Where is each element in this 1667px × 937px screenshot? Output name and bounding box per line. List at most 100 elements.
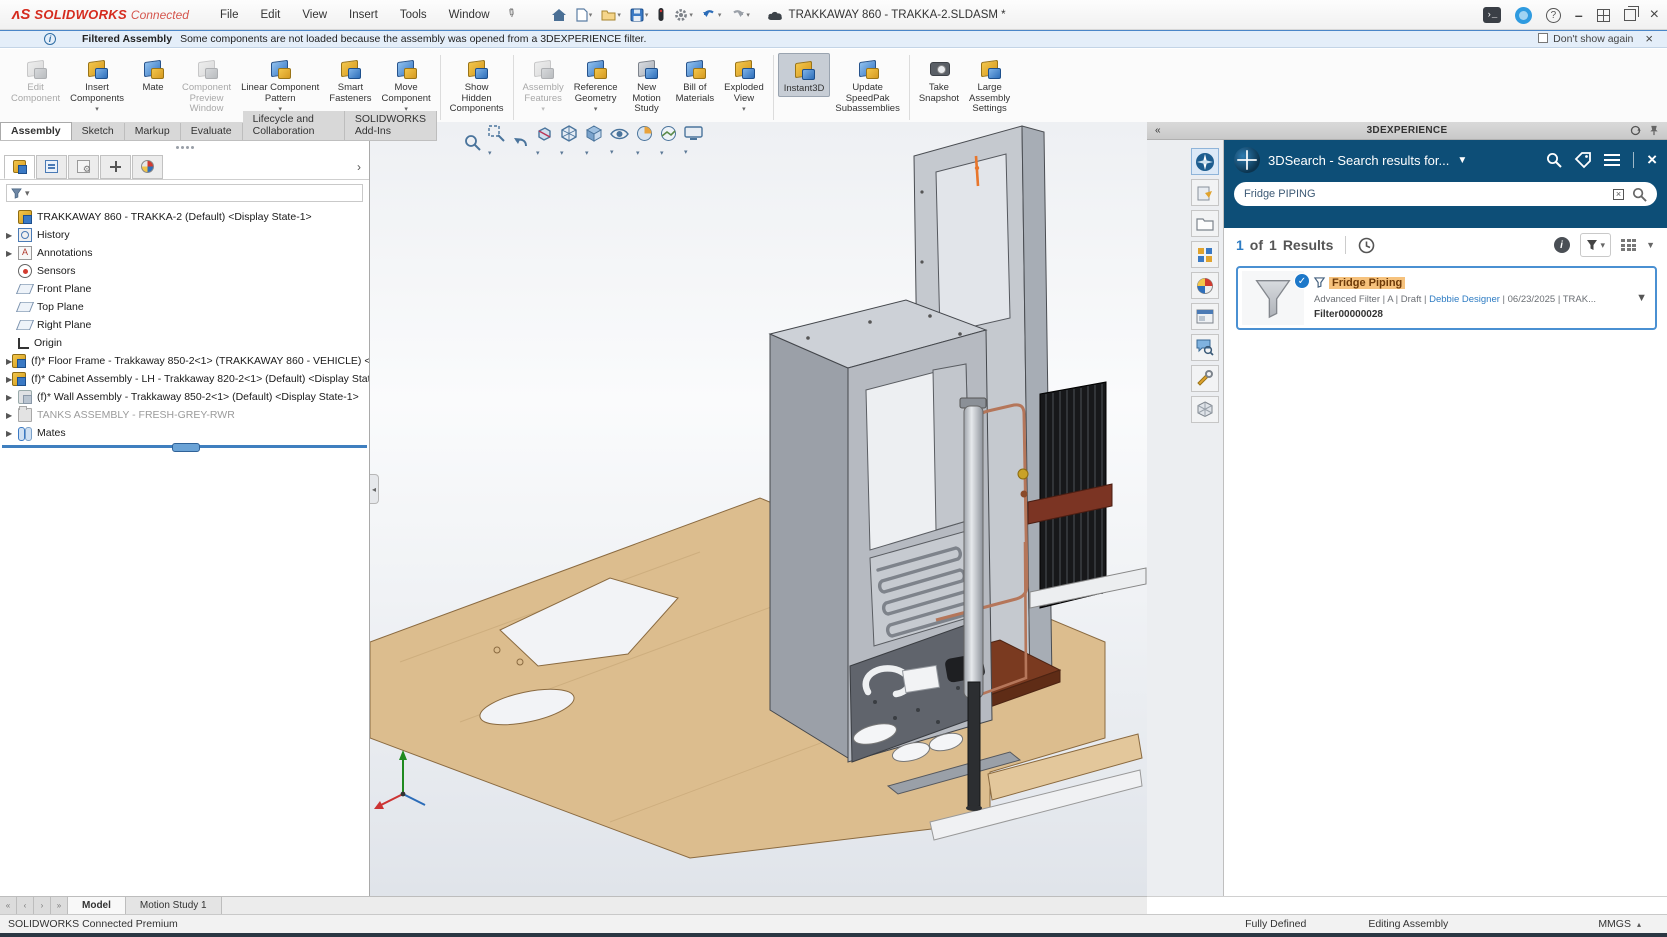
options-gear-button[interactable]: ▾ bbox=[671, 6, 696, 24]
tree-item-wall-assembly[interactable]: ▶(f)* Wall Assembly - Trakkaway 850-2<1>… bbox=[0, 388, 369, 406]
tree-item-floor-frame[interactable]: ▶(f)* Floor Frame - Trakkaway 850-2<1> (… bbox=[0, 352, 369, 370]
first-tab-button[interactable]: « bbox=[0, 897, 17, 914]
apply-scene-icon[interactable]: ▾ bbox=[660, 125, 677, 160]
zoom-area-icon[interactable]: ▾ bbox=[488, 125, 505, 160]
tab-sketch[interactable]: Sketch bbox=[72, 123, 125, 140]
menu-tools[interactable]: Tools bbox=[391, 6, 436, 24]
collapse-viewport-handle[interactable]: ◂ bbox=[370, 474, 379, 504]
tree-item-right-plane[interactable]: Right Plane bbox=[0, 316, 369, 334]
result-title[interactable]: Fridge Piping bbox=[1329, 277, 1405, 289]
dont-show-again-checkbox[interactable]: Don't show again bbox=[1538, 33, 1633, 45]
view-settings-icon[interactable]: ▾ bbox=[684, 126, 703, 159]
prev-tab-button[interactable]: ‹ bbox=[17, 897, 34, 914]
pin-icon[interactable]: ✎ bbox=[500, 5, 519, 25]
new-document-button[interactable]: ▾ bbox=[573, 6, 596, 24]
design-library-folder-icon[interactable] bbox=[1191, 210, 1219, 237]
tab-dimxpert-manager[interactable] bbox=[100, 155, 131, 179]
refresh-icon[interactable] bbox=[1630, 125, 1641, 136]
menu-insert[interactable]: Insert bbox=[340, 6, 387, 24]
close-panel-button[interactable]: × bbox=[1647, 153, 1657, 167]
tree-item-history[interactable]: ▶History bbox=[0, 226, 369, 244]
reference-geometry-button[interactable]: Reference Geometry▾ bbox=[569, 53, 623, 115]
section-view-icon[interactable]: ▾ bbox=[536, 126, 553, 160]
minimize-button[interactable]: – bbox=[1575, 10, 1583, 20]
menu-hamburger-icon[interactable] bbox=[1604, 154, 1620, 166]
zoom-fit-icon[interactable] bbox=[464, 134, 481, 151]
tab-lifecycle-collaboration[interactable]: Lifecycle and Collaboration bbox=[243, 111, 345, 140]
take-snapshot-button[interactable]: Take Snapshot bbox=[914, 53, 964, 105]
app-chooser-chevron[interactable]: ▼ bbox=[1457, 155, 1467, 166]
assembly-features-button[interactable]: Assembly Features▾ bbox=[518, 53, 569, 115]
cad-model-3d-view[interactable] bbox=[370, 122, 1147, 896]
tab-evaluate[interactable]: Evaluate bbox=[181, 123, 243, 140]
undo-button[interactable]: ▾ bbox=[699, 6, 725, 23]
panel-splitter[interactable] bbox=[0, 140, 369, 154]
bill-of-materials-button[interactable]: Bill of Materials bbox=[671, 53, 720, 105]
dismiss-notification-button[interactable]: × bbox=[1645, 32, 1653, 46]
toolbox-puzzle-icon[interactable] bbox=[1191, 241, 1219, 268]
motion-study-tab[interactable]: Motion Study 1 bbox=[126, 897, 222, 914]
more-options-chevron[interactable]: ▼ bbox=[1646, 240, 1655, 250]
sw-resources-icon[interactable] bbox=[1191, 179, 1219, 206]
tree-item-top-plane[interactable]: Top Plane bbox=[0, 298, 369, 316]
tree-item-mates[interactable]: ▶Mates bbox=[0, 424, 369, 442]
edit-component-button[interactable]: Edit Component bbox=[6, 53, 65, 105]
pin-icon[interactable] bbox=[1649, 125, 1659, 136]
info-icon[interactable]: i bbox=[1554, 237, 1570, 253]
search-field[interactable]: × bbox=[1234, 182, 1657, 206]
model-tab[interactable]: Model bbox=[68, 897, 126, 914]
owner-link[interactable]: Debbie Designer bbox=[1429, 294, 1500, 305]
move-component-button[interactable]: Move Component▾ bbox=[377, 53, 436, 115]
unit-system[interactable]: MMGS bbox=[1598, 918, 1631, 930]
tag-icon[interactable] bbox=[1575, 152, 1591, 168]
rollback-bar[interactable] bbox=[2, 445, 367, 448]
custom-properties-tools-icon[interactable] bbox=[1191, 365, 1219, 392]
appearances-wheel-icon[interactable] bbox=[1191, 272, 1219, 299]
submit-search-icon[interactable] bbox=[1632, 187, 1647, 202]
expand-panel-arrow[interactable]: › bbox=[357, 160, 361, 174]
view-orientation-icon[interactable]: ▾ bbox=[560, 125, 578, 160]
previous-view-icon[interactable] bbox=[512, 135, 529, 150]
clear-search-icon[interactable]: × bbox=[1613, 189, 1624, 200]
console-icon[interactable]: ›_ bbox=[1483, 7, 1501, 23]
search-icon[interactable] bbox=[1546, 152, 1562, 168]
exploded-view-button[interactable]: Exploded View▾ bbox=[719, 53, 769, 115]
smart-fasteners-button[interactable]: Smart Fasteners bbox=[324, 53, 376, 105]
3dsearch-app-title[interactable]: 3DSearch - Search results for... bbox=[1268, 153, 1449, 168]
tree-item-tanks-assembly[interactable]: ▶TANKS ASSEMBLY - FRESH-GREY-RWR bbox=[0, 406, 369, 424]
expand-result-chevron[interactable]: ▼ bbox=[1636, 292, 1647, 304]
menu-view[interactable]: View bbox=[293, 6, 336, 24]
hide-show-items-icon[interactable]: ▾ bbox=[610, 127, 629, 159]
new-motion-study-button[interactable]: New Motion Study bbox=[623, 53, 671, 116]
help-button[interactable]: ? bbox=[1546, 8, 1561, 23]
open-button[interactable]: ▾ bbox=[598, 6, 624, 23]
tab-solidworks-addins[interactable]: SOLIDWORKS Add-Ins bbox=[345, 111, 437, 140]
tab-featuremanager-tree[interactable] bbox=[4, 155, 35, 179]
tree-root[interactable]: TRAKKAWAY 860 - TRAKKA-2 (Default) <Disp… bbox=[0, 208, 369, 226]
view-palette-icon[interactable] bbox=[1191, 303, 1219, 330]
layout-grid-icon[interactable] bbox=[1597, 9, 1610, 22]
search-input[interactable] bbox=[1244, 188, 1605, 200]
large-assembly-settings-button[interactable]: Large Assembly Settings bbox=[964, 53, 1015, 116]
menu-file[interactable]: File bbox=[211, 6, 248, 24]
insert-components-button[interactable]: Insert Components▾ bbox=[65, 53, 129, 115]
graphics-viewport[interactable]: ▾ ▾ ▾ ▾ ▾ ▾ ▾ ▾ ◂ bbox=[370, 122, 1147, 896]
units-dropdown-arrow[interactable]: ▴ bbox=[1637, 920, 1641, 929]
3dexperience-compass-icon[interactable] bbox=[1191, 148, 1219, 175]
save-button[interactable]: ▾ bbox=[627, 6, 652, 24]
tab-assembly[interactable]: Assembly bbox=[0, 122, 72, 140]
next-tab-button[interactable]: › bbox=[34, 897, 51, 914]
tree-item-cabinet-assembly[interactable]: ▶(f)* Cabinet Assembly - LH - Trakkaway … bbox=[0, 370, 369, 388]
menu-edit[interactable]: Edit bbox=[252, 6, 290, 24]
collapse-pane-arrow[interactable]: « bbox=[1155, 125, 1161, 136]
tab-property-manager[interactable] bbox=[36, 155, 67, 179]
menu-window[interactable]: Window bbox=[440, 6, 499, 24]
restore-button[interactable] bbox=[1624, 9, 1636, 21]
user-avatar[interactable] bbox=[1515, 7, 1532, 24]
tab-configuration-manager[interactable] bbox=[68, 155, 99, 179]
sort-filter-button[interactable]: ▾ bbox=[1580, 233, 1612, 257]
packandgo-box-icon[interactable] bbox=[1191, 396, 1219, 423]
clock-history-icon[interactable] bbox=[1358, 237, 1375, 254]
tree-item-front-plane[interactable]: Front Plane bbox=[0, 280, 369, 298]
tree-filter-field[interactable]: ▾ bbox=[6, 184, 363, 202]
